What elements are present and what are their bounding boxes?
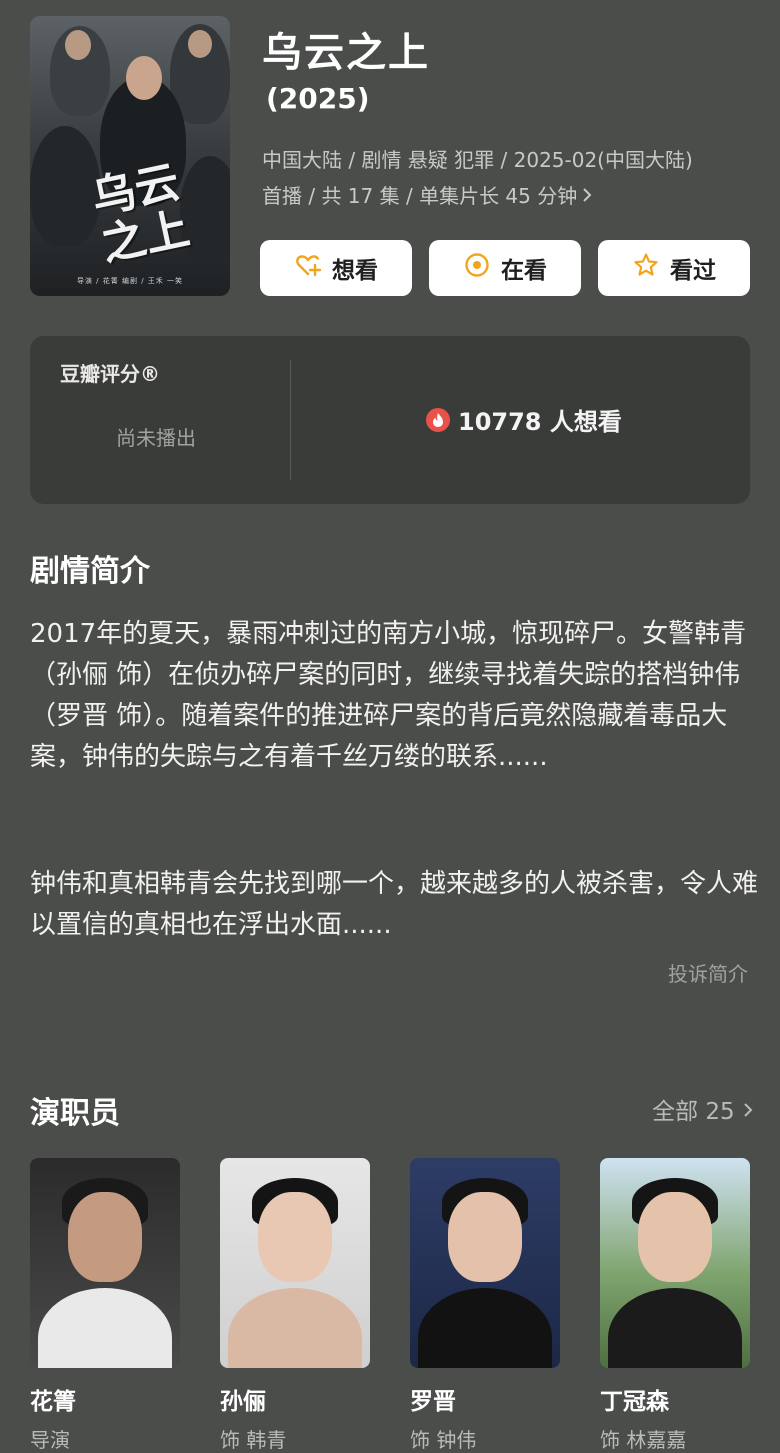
want-count[interactable]: 10778 人想看 [426, 402, 622, 437]
watching-button[interactable]: 在看 [429, 240, 581, 296]
cast-body [608, 1288, 742, 1368]
release-year: (2025) [266, 82, 370, 115]
meta-line-2-text: 首播 / 共 17 集 / 单集片长 45 分钟 [262, 184, 578, 208]
meta-line-1: 中国大陆 / 剧情 悬疑 犯罪 / 2025-02(中国大陆) [262, 148, 693, 172]
cast-all-label: 全部 25 [652, 1099, 735, 1125]
cast-card[interactable]: 丁冠森 饰 林嘉嘉 [600, 1158, 750, 1453]
watched-label: 看过 [670, 258, 716, 284]
cast-photo[interactable] [220, 1158, 370, 1368]
synopsis-paragraph-2: 钟伟和真相韩青会先找到哪一个，越来越多的人被杀害，令人难以置信的真相也在浮出水面… [30, 869, 759, 940]
cast-name: 丁冠森 [600, 1389, 669, 1415]
cast-photo[interactable] [30, 1158, 180, 1368]
rating-status: 尚未播出 [116, 426, 196, 450]
cast-face [448, 1192, 522, 1282]
chevron-right-icon [581, 178, 593, 214]
cast-name: 孙俪 [220, 1389, 266, 1415]
cast-body [228, 1288, 362, 1368]
cast-title: 演职员 [30, 1096, 120, 1131]
cast-card[interactable]: 花箐 导演 [30, 1158, 180, 1453]
chevron-right-icon [742, 1099, 754, 1125]
movie-meta[interactable]: 中国大陆 / 剧情 悬疑 犯罪 / 2025-02(中国大陆) 首播 / 共 1… [262, 142, 752, 214]
poster-main-face [126, 56, 162, 100]
want-count-text: 10778 人想看 [458, 408, 622, 436]
synopsis-title: 剧情简介 [30, 554, 150, 589]
synopsis-paragraph-1: 2017年的夏天，暴雨冲刺过的南方小城，惊现碎尸。女警韩青（孙俪 饰）在侦办碎尸… [30, 619, 747, 772]
want-to-watch-button[interactable]: 想看 [260, 240, 412, 296]
cast-face [68, 1192, 142, 1282]
cast-body [38, 1288, 172, 1368]
heart-plus-icon [294, 251, 322, 285]
cast-role: 导演 [30, 1428, 70, 1452]
flame-icon [426, 407, 450, 432]
poster-face [65, 30, 91, 60]
page-title: 乌云之上 [262, 30, 430, 76]
meta-line-2: 首播 / 共 17 集 / 单集片长 45 分钟 [262, 178, 752, 214]
cast-role: 饰 钟伟 [410, 1428, 477, 1452]
watching-label: 在看 [501, 258, 547, 284]
rating-label: 豆瓣评分® [60, 362, 160, 386]
cast-name: 花箐 [30, 1389, 76, 1415]
cast-face [638, 1192, 712, 1282]
star-icon [632, 251, 660, 285]
want-to-watch-label: 想看 [332, 258, 378, 284]
poster-image[interactable]: 乌云之上 导演 / 花箐 编剧 / 王禾 一笑 [30, 16, 230, 296]
report-synopsis-link[interactable]: 投诉简介 [668, 958, 748, 987]
cast-photo[interactable] [600, 1158, 750, 1368]
rating-divider [290, 360, 291, 480]
cast-body [418, 1288, 552, 1368]
watched-button[interactable]: 看过 [598, 240, 750, 296]
cast-all-link[interactable]: 全部 25 [652, 1092, 754, 1126]
cast-role: 饰 林嘉嘉 [600, 1428, 687, 1452]
target-circle-icon [463, 251, 491, 285]
poster-face [188, 30, 212, 58]
cast-role: 饰 韩青 [220, 1428, 287, 1452]
cast-name: 罗晋 [410, 1389, 456, 1415]
cast-photo[interactable] [410, 1158, 560, 1368]
cast-card[interactable]: 罗晋 饰 钟伟 [410, 1158, 560, 1453]
rating-card: 豆瓣评分® 尚未播出 10778 人想看 [30, 336, 750, 504]
poster-credits: 导演 / 花箐 编剧 / 王禾 一笑 [76, 277, 184, 285]
cast-card[interactable]: 孙俪 饰 韩青 [220, 1158, 370, 1453]
cast-face [258, 1192, 332, 1282]
